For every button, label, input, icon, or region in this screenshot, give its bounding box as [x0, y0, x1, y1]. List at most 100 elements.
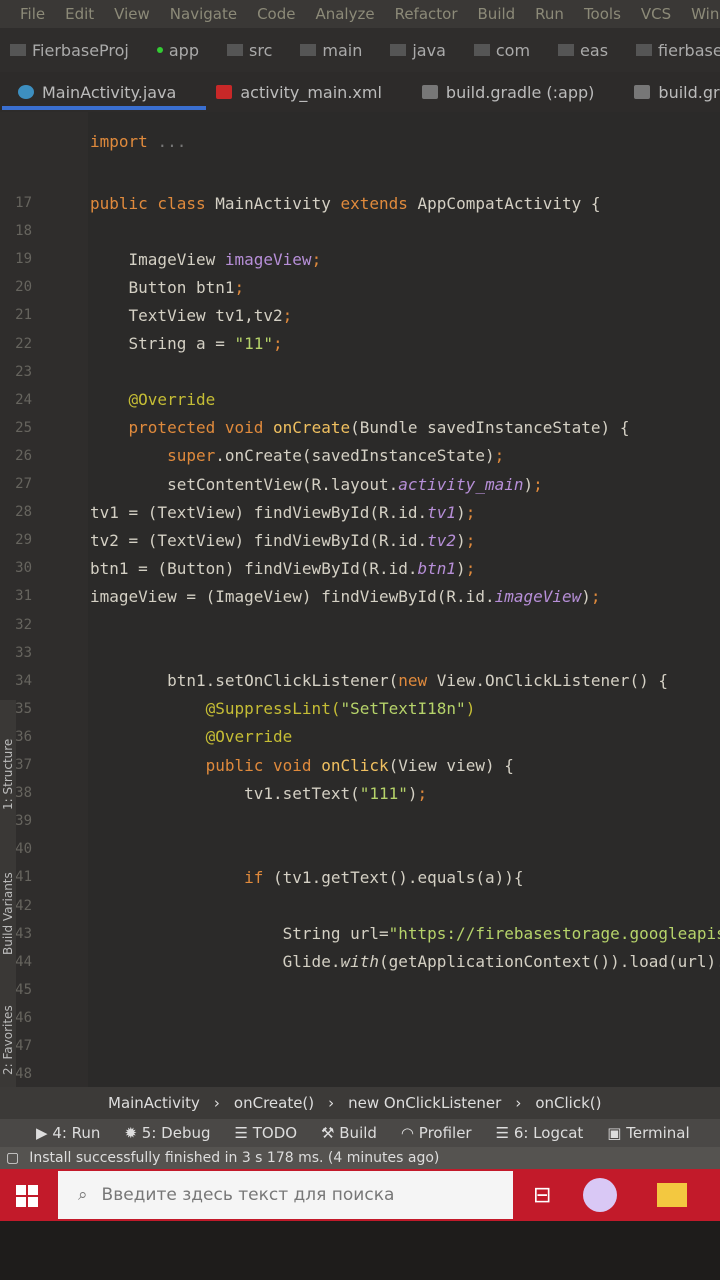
- taskbar-search-input[interactable]: ⌕ Введите здесь текст для поиска: [58, 1171, 513, 1219]
- structure-tool[interactable]: 1: Structure: [1, 739, 15, 810]
- code-token: "11": [234, 334, 274, 353]
- breadcrumb-item[interactable]: new OnClickListener: [348, 1094, 501, 1112]
- code-token: ;: [273, 334, 283, 353]
- menu-code[interactable]: Code: [257, 5, 295, 23]
- code-token: ;: [465, 502, 476, 522]
- menu-window[interactable]: Window: [691, 5, 720, 23]
- code-line: 20 Button btn1;: [0, 273, 720, 301]
- tool-terminal[interactable]: ▣ Terminal: [607, 1124, 689, 1142]
- code-token: .onCreate(savedInstanceState): [215, 446, 495, 466]
- code-token: imageView: [494, 586, 582, 606]
- code-text: String a = "11";: [90, 334, 283, 353]
- tab-label: activity_main.xml: [240, 82, 382, 102]
- line-number: 26: [15, 447, 32, 464]
- code-text: @Override: [90, 390, 216, 409]
- line-number: 31: [15, 588, 32, 605]
- todo-icon: ☰: [234, 1124, 253, 1142]
- menu-navigate[interactable]: Navigate: [170, 5, 237, 23]
- code-token: onCreate: [273, 418, 351, 438]
- tab-2[interactable]: build.gradle (:app): [421, 72, 595, 112]
- menu-tools[interactable]: Tools: [584, 5, 621, 23]
- code-token: super: [90, 446, 216, 466]
- code-breadcrumbs: MainActivity › onCreate() › new OnClickListe…: [0, 1087, 720, 1119]
- nav-crumb[interactable]: com: [473, 40, 531, 60]
- code-line: 40: [0, 835, 720, 863]
- menu-view[interactable]: View: [114, 5, 150, 23]
- code-line: 42: [0, 892, 720, 920]
- menu-vcs[interactable]: VCS: [641, 5, 671, 23]
- nav-crumb[interactable]: eas: [558, 41, 608, 60]
- line-number: 32: [15, 616, 32, 633]
- folder-icon: [300, 44, 317, 56]
- tab-0[interactable]: MainActivity.java: [1, 72, 207, 112]
- tool-debug[interactable]: ✹ 5: Debug: [124, 1124, 210, 1142]
- editor-tabs: MainActivity.java activity_main.xml build.…: [0, 72, 720, 112]
- task-view-icon[interactable]: ⊟: [533, 1183, 551, 1208]
- file-explorer-icon[interactable]: [657, 1183, 688, 1207]
- code-token: ): [407, 783, 418, 803]
- chevron-right-icon: ›: [515, 1094, 522, 1112]
- nav-crumb[interactable]: src: [227, 41, 272, 60]
- line-number: 21: [15, 307, 32, 324]
- menu-file[interactable]: File: [20, 5, 45, 23]
- java-file-icon: [18, 85, 34, 99]
- nav-crumb[interactable]: fierbaseproj: [636, 41, 720, 60]
- code-text: Glide.with(getApplicationContext()).load…: [90, 952, 720, 971]
- tool-label: TODO: [252, 1124, 298, 1142]
- menu-edit[interactable]: Edit: [65, 5, 94, 23]
- assistant-icon[interactable]: [583, 1178, 618, 1212]
- breadcrumb-item[interactable]: MainActivity: [108, 1094, 200, 1112]
- folder-icon: [558, 44, 575, 56]
- code-token: ;: [533, 474, 543, 494]
- tab-label: build.gradle (:app): [445, 82, 595, 102]
- code-line: 36 @Override: [0, 723, 720, 751]
- tab-1[interactable]: activity_main.xml: [216, 72, 382, 112]
- nav-crumb[interactable]: FierbaseProj: [10, 41, 129, 60]
- menu-analyze[interactable]: Analyze: [315, 5, 374, 23]
- status-icon[interactable]: ▢: [6, 1150, 19, 1166]
- tool-label: 6: Logcat: [513, 1124, 584, 1142]
- code-text: Button btn1;: [90, 278, 245, 297]
- nav-crumb-label: java: [412, 40, 446, 60]
- nav-crumb-label: com: [495, 40, 531, 60]
- favorites-tool[interactable]: 2: Favorites: [1, 1005, 15, 1075]
- code-line: 35 @SuppressLint("SetTextI18n"): [0, 695, 720, 723]
- breadcrumb-item[interactable]: onClick(): [535, 1094, 601, 1112]
- tool-todo[interactable]: ☰ TODO: [235, 1124, 298, 1142]
- line-number: 17: [15, 195, 32, 211]
- menu-build[interactable]: Build: [478, 5, 516, 23]
- code-editor[interactable]: import ... 17 public class MainActivity ex…: [0, 112, 720, 1087]
- tab-label: build.gradle: [658, 82, 720, 102]
- code-line: 39: [0, 807, 720, 835]
- tab-3[interactable]: build.gradle: [634, 72, 720, 112]
- code-token: tv1 = (TextView) findViewById(R.id.: [90, 502, 428, 522]
- code-token: new: [398, 671, 437, 691]
- tool-run[interactable]: ▶ 4: Run: [36, 1124, 100, 1142]
- code-token: imageView = (ImageView) findViewById(R.i…: [90, 586, 495, 606]
- line-number: 22: [15, 335, 32, 352]
- tool-logcat[interactable]: ☰ 6: Logcat: [496, 1124, 584, 1142]
- code-token: @SuppressLint(: [90, 699, 341, 719]
- tool-build[interactable]: ⚒ Build: [321, 1124, 377, 1142]
- code-token: if: [90, 867, 274, 887]
- nav-crumb[interactable]: main: [300, 41, 362, 60]
- line-number: 18: [15, 223, 32, 240]
- side-tool-strip: 1: Structure Build Variants 2: Favorites: [0, 700, 16, 1087]
- nav-crumb[interactable]: java: [390, 41, 446, 60]
- tool-label: Build: [339, 1124, 377, 1142]
- nav-crumb-label: fierbaseproj: [658, 40, 720, 60]
- nav-crumb[interactable]: app: [156, 41, 199, 60]
- search-placeholder: Введите здесь текст для поиска: [101, 1185, 395, 1205]
- code-line: 24 @Override: [0, 386, 720, 414]
- windows-start-icon[interactable]: [16, 1185, 38, 1207]
- menu-refactor[interactable]: Refactor: [395, 5, 458, 23]
- code-token: protected void: [90, 418, 274, 438]
- code-token: "SetTextI18n": [340, 699, 466, 719]
- build-variants-tool[interactable]: Build Variants: [1, 872, 15, 955]
- menu-run[interactable]: Run: [535, 5, 564, 23]
- code-token: ...: [157, 131, 187, 151]
- code-token: ): [456, 558, 466, 578]
- breadcrumb-item[interactable]: onCreate(): [234, 1094, 314, 1112]
- tool-profiler[interactable]: ◠ Profiler: [401, 1124, 472, 1142]
